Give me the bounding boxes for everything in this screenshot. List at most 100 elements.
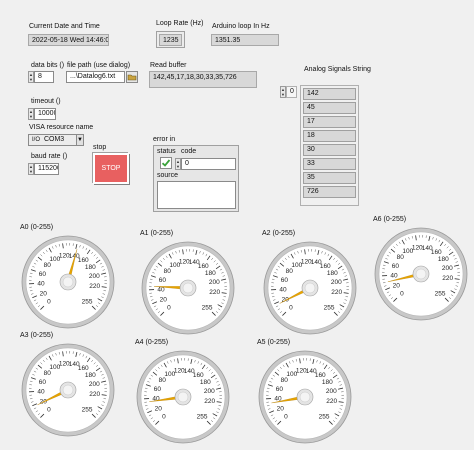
file-path-input[interactable]: ...\Datalog6.txt [66, 71, 125, 83]
gauge-title: A4 (0-255) [135, 339, 169, 346]
gauge-tick-label: 255 [197, 413, 208, 420]
arduino-loop-indicator: 1351.35 [211, 34, 279, 46]
error-status-label: status [157, 148, 176, 155]
gauge-tick-label: 200 [89, 273, 100, 280]
gauge-tick-label: 220 [209, 289, 220, 296]
analog-array-item: 17 [303, 116, 356, 128]
gauge-widget: A2 (0-255) 0 20 40 60 80 100 120 140 160 180 200 220… [262, 230, 358, 340]
gauge-tick-label: 60 [281, 277, 289, 284]
analog-array-item: 30 [303, 144, 356, 156]
gauge-tick-label: 0 [47, 406, 51, 413]
folder-browse-icon[interactable] [126, 71, 138, 83]
stop-button[interactable]: STOP [93, 153, 129, 184]
gauge-dial: 020406080100120140160180200220255 [258, 350, 352, 444]
visa-io-icon: I/O [32, 137, 41, 143]
gauge-tick-label: 80 [286, 268, 294, 275]
gauge-dial: 020406080100120140160180200220255 [21, 235, 115, 329]
analog-string-label: Analog Signals String [304, 66, 371, 73]
gauge-tick-label: 60 [39, 379, 47, 386]
gauge-tick-label: 60 [392, 263, 400, 270]
gauge-widget: A1 (0-255) 0 20 40 60 80 100 120 140 160 180 200 220… [140, 230, 236, 340]
gauge-tick-label: 20 [277, 405, 285, 412]
baud-rate-input[interactable]: 115200 [34, 163, 59, 175]
gauge-tick-label: 255 [202, 304, 213, 311]
read-buffer-label: Read buffer [150, 62, 187, 69]
gauge-title: A3 (0-255) [20, 332, 54, 339]
loop-rate-indicator: 1235 [159, 34, 182, 46]
gauge-tick-label: 220 [442, 275, 453, 282]
gauge-tick-label: 180 [200, 379, 211, 386]
gauge-tick-label: 160 [198, 263, 209, 270]
gauge-title: A1 (0-255) [140, 230, 174, 237]
gauge-tick-label: 160 [320, 263, 331, 270]
gauge-tick-label: 160 [193, 372, 204, 379]
analog-array-item: 142 [303, 88, 356, 100]
gauge-tick-label: 80 [281, 377, 289, 384]
file-path-label: file path (use dialog) [67, 62, 131, 69]
array-index-input[interactable]: 0 [286, 86, 297, 98]
status-ok-icon[interactable] [160, 157, 172, 169]
gauge-tick-label: 0 [47, 298, 51, 305]
gauge-widget: A6 (0-255) 0 20 40 60 80 100 120 140 160 180 200 220… [373, 216, 469, 326]
gauge-tick-label: 180 [205, 270, 216, 277]
gauge-tick-label: 40 [390, 273, 398, 280]
gauge-tick-label: 180 [85, 264, 96, 271]
analog-array-item: 18 [303, 130, 356, 142]
data-bits-label: data bits () [31, 62, 65, 69]
gauge-tick-label: 80 [164, 268, 172, 275]
gauge-tick-label: 40 [37, 281, 45, 288]
gauge-tick-label: 20 [393, 282, 401, 289]
error-source-label: source [157, 172, 179, 179]
gauge-widget: A5 (0-255) 0 20 40 60 80 100 120 140 160 180 200 220… [257, 339, 353, 449]
gauge-tick-label: 160 [315, 372, 326, 379]
gauge-dial: 020406080100120140160180200220255 [21, 343, 115, 437]
gauge-tick-label: 200 [331, 279, 342, 286]
gauge-hub-cap [415, 268, 427, 280]
data-bits-input[interactable]: 8 [34, 71, 54, 83]
timeout-input[interactable]: 10000 [34, 108, 56, 120]
analog-array-item: 33 [303, 158, 356, 170]
gauge-tick-label: 60 [276, 386, 284, 393]
gauge-tick-label: 20 [155, 405, 163, 412]
gauge-tick-label: 200 [326, 388, 337, 395]
gauge-tick-label: 220 [204, 398, 215, 405]
gauge-hub-cap [177, 391, 189, 403]
baud-rate-label: baud rate () [31, 153, 68, 160]
timeout-label: timeout () [31, 98, 61, 105]
gauge-tick-label: 60 [39, 271, 47, 278]
gauge-dial: 020406080100120140160180200220255 [136, 350, 230, 444]
gauge-tick-label: 200 [204, 388, 215, 395]
gauge-dial: 020406080100120140160180200220255 [263, 241, 357, 335]
visa-dropdown-arrow[interactable]: ▼ [76, 134, 84, 146]
gauge-tick-label: 20 [40, 290, 48, 297]
gauge-dial: 020406080100120140160180200220255 [141, 241, 235, 335]
gauge-hub-cap [62, 276, 74, 288]
gauge-tick-label: 0 [289, 304, 293, 311]
gauge-tick-label: 160 [431, 249, 442, 256]
gauge-tick-label: 60 [159, 277, 167, 284]
gauge-tick-label: 200 [442, 265, 453, 272]
error-code-input[interactable]: 0 [181, 158, 236, 170]
gauge-tick-label: 180 [327, 270, 338, 277]
gauge-tick-label: 255 [324, 304, 335, 311]
gauge-tick-label: 20 [282, 296, 290, 303]
current-date-label: Current Date and Time [29, 23, 100, 30]
gauge-tick-label: 180 [85, 372, 96, 379]
gauge-title: A0 (0-255) [20, 224, 54, 231]
gauge-tick-label: 80 [44, 370, 52, 377]
read-buffer-indicator: 142,45,17,18,30,33,35,726 [149, 71, 257, 88]
gauge-tick-label: 160 [78, 257, 89, 264]
gauge-tick-label: 180 [438, 256, 449, 263]
stop-label: stop [93, 144, 107, 151]
gauge-tick-label: 40 [37, 389, 45, 396]
gauge-tick-label: 20 [160, 296, 168, 303]
gauge-tick-label: 255 [435, 290, 446, 297]
gauge-tick-label: 220 [331, 289, 342, 296]
gauge-tick-label: 220 [326, 398, 337, 405]
gauge-tick-label: 0 [162, 413, 166, 420]
arduino-loop-label: Arduino loop In Hz [212, 23, 270, 30]
gauge-hub-cap [299, 391, 311, 403]
gauge-tick-label: 40 [152, 396, 160, 403]
error-source-input[interactable] [157, 181, 236, 209]
gauge-tick-label: 255 [82, 406, 93, 413]
